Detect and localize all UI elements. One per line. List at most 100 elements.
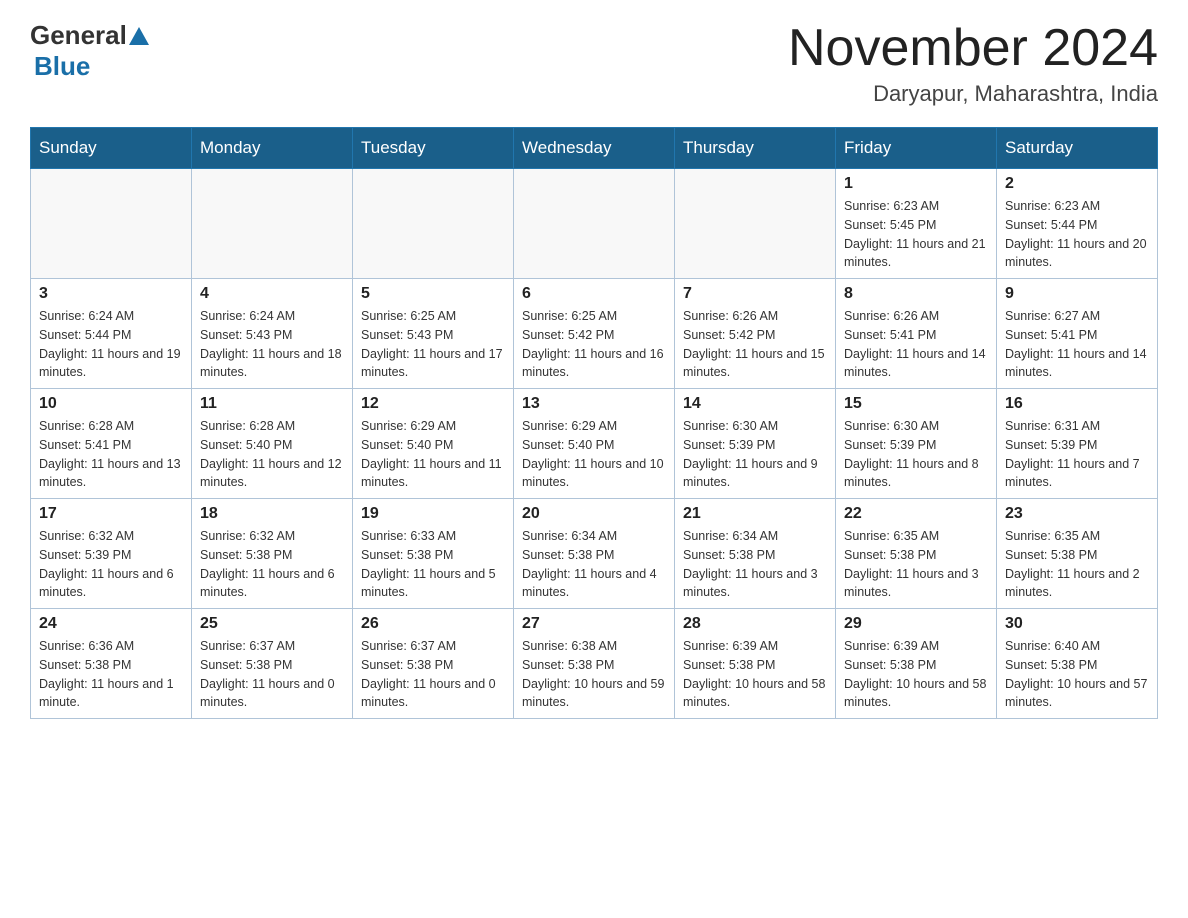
location-title: Daryapur, Maharashtra, India <box>788 81 1158 107</box>
calendar-cell: 30 Sunrise: 6:40 AM Sunset: 5:38 PM Dayli… <box>997 609 1158 719</box>
day-info: Sunrise: 6:24 AM Sunset: 5:43 PM Dayligh… <box>200 307 344 382</box>
calendar-cell: 12Sunrise: 6:29 AM Sunset: 5:40 PM Dayli… <box>353 389 514 499</box>
day-number: 17 <box>39 505 183 523</box>
day-number: 26 <box>361 615 505 633</box>
logo-blue: Blue <box>34 51 90 81</box>
day-number: 18 <box>200 505 344 523</box>
calendar-cell: 26 Sunrise: 6:37 AM Sunset: 5:38 PM Dayli… <box>353 609 514 719</box>
calendar-cell: 8Sunrise: 6:26 AM Sunset: 5:41 PM Daylig… <box>836 279 997 389</box>
calendar-cell: 25 Sunrise: 6:37 AM Sunset: 5:38 PM Dayli… <box>192 609 353 719</box>
day-number: 2 <box>1005 175 1149 193</box>
day-header-monday: Monday <box>192 128 353 169</box>
day-info: Sunrise: 6:27 AM Sunset: 5:41 PM Dayligh… <box>1005 307 1149 382</box>
day-info: Sunrise: 6:23 AM Sunset: 5:45 PM Dayligh… <box>844 197 988 272</box>
day-info: Sunrise: 6:35 AM Sunset: 5:38 PM Dayligh… <box>844 527 988 602</box>
day-number: 4 <box>200 285 344 303</box>
day-number: 13 <box>522 395 666 413</box>
day-number: 27 <box>522 615 666 633</box>
day-number: 23 <box>1005 505 1149 523</box>
calendar-week-4: 17 Sunrise: 6:32 AM Sunset: 5:39 PM Dayli… <box>31 499 1158 609</box>
calendar-cell: 2Sunrise: 6:23 AM Sunset: 5:44 PM Daylig… <box>997 169 1158 279</box>
calendar-week-3: 10Sunrise: 6:28 AM Sunset: 5:41 PM Dayli… <box>31 389 1158 499</box>
calendar-cell: 21 Sunrise: 6:34 AM Sunset: 5:38 PM Dayli… <box>675 499 836 609</box>
logo-general: General <box>30 20 127 51</box>
day-info: Sunrise: 6:39 AM Sunset: 5:38 PM Dayligh… <box>844 637 988 712</box>
day-number: 20 <box>522 505 666 523</box>
day-info: Sunrise: 6:38 AM Sunset: 5:38 PM Dayligh… <box>522 637 666 712</box>
day-info: Sunrise: 6:32 AM Sunset: 5:39 PM Dayligh… <box>39 527 183 602</box>
calendar-cell <box>192 169 353 279</box>
days-of-week-row: SundayMondayTuesdayWednesdayThursdayFrid… <box>31 128 1158 169</box>
day-number: 5 <box>361 285 505 303</box>
day-number: 3 <box>39 285 183 303</box>
day-info: Sunrise: 6:30 AM Sunset: 5:39 PM Dayligh… <box>683 417 827 492</box>
day-number: 8 <box>844 285 988 303</box>
calendar-cell: 27 Sunrise: 6:38 AM Sunset: 5:38 PM Dayli… <box>514 609 675 719</box>
month-title: November 2024 <box>788 20 1158 77</box>
calendar-week-5: 24 Sunrise: 6:36 AM Sunset: 5:38 PM Dayli… <box>31 609 1158 719</box>
calendar-cell: 13Sunrise: 6:29 AM Sunset: 5:40 PM Dayli… <box>514 389 675 499</box>
calendar-cell: 5Sunrise: 6:25 AM Sunset: 5:43 PM Daylig… <box>353 279 514 389</box>
day-number: 22 <box>844 505 988 523</box>
calendar-cell: 19 Sunrise: 6:33 AM Sunset: 5:38 PM Dayli… <box>353 499 514 609</box>
day-info: Sunrise: 6:29 AM Sunset: 5:40 PM Dayligh… <box>361 417 505 492</box>
day-number: 9 <box>1005 285 1149 303</box>
page-header: General Blue November 2024 Daryapur, Mah… <box>30 20 1158 107</box>
calendar-cell: 17 Sunrise: 6:32 AM Sunset: 5:39 PM Dayli… <box>31 499 192 609</box>
calendar-cell: 6 Sunrise: 6:25 AM Sunset: 5:42 PM Daylig… <box>514 279 675 389</box>
calendar-week-2: 3 Sunrise: 6:24 AM Sunset: 5:44 PM Daylig… <box>31 279 1158 389</box>
day-number: 30 <box>1005 615 1149 633</box>
day-header-friday: Friday <box>836 128 997 169</box>
day-info: Sunrise: 6:35 AM Sunset: 5:38 PM Dayligh… <box>1005 527 1149 602</box>
calendar-header: SundayMondayTuesdayWednesdayThursdayFrid… <box>31 128 1158 169</box>
day-number: 6 <box>522 285 666 303</box>
day-info: Sunrise: 6:33 AM Sunset: 5:38 PM Dayligh… <box>361 527 505 602</box>
day-info: Sunrise: 6:26 AM Sunset: 5:42 PM Dayligh… <box>683 307 827 382</box>
calendar-cell: 10Sunrise: 6:28 AM Sunset: 5:41 PM Dayli… <box>31 389 192 499</box>
calendar-cell <box>31 169 192 279</box>
calendar-cell: 9 Sunrise: 6:27 AM Sunset: 5:41 PM Daylig… <box>997 279 1158 389</box>
day-info: Sunrise: 6:40 AM Sunset: 5:38 PM Dayligh… <box>1005 637 1149 712</box>
calendar-cell: 24 Sunrise: 6:36 AM Sunset: 5:38 PM Dayli… <box>31 609 192 719</box>
day-header-wednesday: Wednesday <box>514 128 675 169</box>
day-info: Sunrise: 6:28 AM Sunset: 5:40 PM Dayligh… <box>200 417 344 492</box>
logo-triangle-icon <box>129 27 149 45</box>
day-info: Sunrise: 6:36 AM Sunset: 5:38 PM Dayligh… <box>39 637 183 712</box>
day-number: 29 <box>844 615 988 633</box>
calendar-cell <box>675 169 836 279</box>
calendar-cell: 11 Sunrise: 6:28 AM Sunset: 5:40 PM Dayli… <box>192 389 353 499</box>
day-info: Sunrise: 6:37 AM Sunset: 5:38 PM Dayligh… <box>200 637 344 712</box>
calendar-cell: 1 Sunrise: 6:23 AM Sunset: 5:45 PM Daylig… <box>836 169 997 279</box>
day-number: 24 <box>39 615 183 633</box>
day-header-tuesday: Tuesday <box>353 128 514 169</box>
calendar-cell: 23 Sunrise: 6:35 AM Sunset: 5:38 PM Dayli… <box>997 499 1158 609</box>
calendar-cell: 20Sunrise: 6:34 AM Sunset: 5:38 PM Dayli… <box>514 499 675 609</box>
day-header-thursday: Thursday <box>675 128 836 169</box>
calendar-cell: 14 Sunrise: 6:30 AM Sunset: 5:39 PM Dayli… <box>675 389 836 499</box>
day-info: Sunrise: 6:37 AM Sunset: 5:38 PM Dayligh… <box>361 637 505 712</box>
day-number: 1 <box>844 175 988 193</box>
day-number: 21 <box>683 505 827 523</box>
calendar-cell: 4 Sunrise: 6:24 AM Sunset: 5:43 PM Daylig… <box>192 279 353 389</box>
day-number: 11 <box>200 395 344 413</box>
day-number: 15 <box>844 395 988 413</box>
calendar-cell: 29 Sunrise: 6:39 AM Sunset: 5:38 PM Dayli… <box>836 609 997 719</box>
calendar-cell: 7Sunrise: 6:26 AM Sunset: 5:42 PM Daylig… <box>675 279 836 389</box>
day-number: 14 <box>683 395 827 413</box>
calendar-table: SundayMondayTuesdayWednesdayThursdayFrid… <box>30 127 1158 719</box>
day-number: 19 <box>361 505 505 523</box>
calendar-cell <box>514 169 675 279</box>
calendar-body: 1 Sunrise: 6:23 AM Sunset: 5:45 PM Daylig… <box>31 169 1158 719</box>
calendar-cell <box>353 169 514 279</box>
calendar-week-1: 1 Sunrise: 6:23 AM Sunset: 5:45 PM Daylig… <box>31 169 1158 279</box>
day-info: Sunrise: 6:25 AM Sunset: 5:42 PM Dayligh… <box>522 307 666 382</box>
calendar-cell: 18Sunrise: 6:32 AM Sunset: 5:38 PM Dayli… <box>192 499 353 609</box>
day-info: Sunrise: 6:31 AM Sunset: 5:39 PM Dayligh… <box>1005 417 1149 492</box>
calendar-cell: 22 Sunrise: 6:35 AM Sunset: 5:38 PM Dayli… <box>836 499 997 609</box>
day-number: 10 <box>39 395 183 413</box>
day-number: 25 <box>200 615 344 633</box>
day-number: 28 <box>683 615 827 633</box>
day-info: Sunrise: 6:24 AM Sunset: 5:44 PM Dayligh… <box>39 307 183 382</box>
calendar-cell: 15Sunrise: 6:30 AM Sunset: 5:39 PM Dayli… <box>836 389 997 499</box>
day-info: Sunrise: 6:34 AM Sunset: 5:38 PM Dayligh… <box>683 527 827 602</box>
